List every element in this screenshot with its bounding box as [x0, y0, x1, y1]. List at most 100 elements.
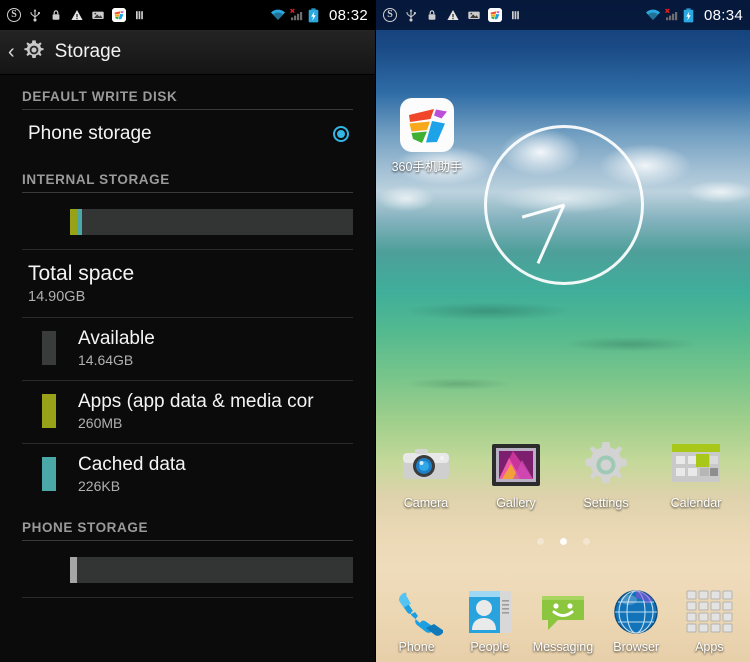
lock-icon [425, 8, 439, 22]
browser-globe-icon [610, 586, 662, 638]
dock-label: Phone [398, 640, 435, 654]
cached-label: Cached data [78, 454, 186, 475]
swatch-cached [42, 457, 56, 491]
dock-label: People [470, 640, 510, 654]
page-dot[interactable] [582, 538, 590, 545]
app-icon-settings[interactable]: Settings [563, 438, 649, 510]
dock-item-people[interactable]: People [456, 586, 524, 654]
radio-button-selected[interactable] [333, 126, 349, 142]
apps-label: Apps (app data & media cor [78, 391, 314, 412]
clock-minute-hand [536, 204, 566, 264]
storage-settings-list[interactable]: DEFAULT WRITE DISK Phone storage INTERNA… [0, 75, 375, 662]
phone-storage-bar-wrap [0, 541, 375, 597]
page-title: Storage [54, 41, 122, 62]
apps-value: 260MB [78, 415, 123, 431]
left-status-bar: S 08:32 [0, 0, 375, 30]
app-label: 360手机助手 [391, 160, 463, 174]
s-circle-icon: S [7, 8, 21, 22]
bars-icon [133, 8, 147, 22]
swatch-apps [42, 394, 56, 428]
option-label: Phone storage [28, 123, 152, 144]
section-header-default-write-disk: DEFAULT WRITE DISK [22, 89, 178, 104]
dock: Phone People Messaging Browser Apps [376, 586, 750, 654]
bar-segment-cached [76, 209, 83, 235]
status-notification-icons: S [383, 8, 645, 22]
section-header-internal-storage: INTERNAL STORAGE [22, 172, 170, 187]
phone-handset-icon [391, 586, 444, 638]
available-label: Available [78, 328, 155, 349]
page-dot[interactable] [536, 538, 544, 545]
messaging-bubble-icon [537, 586, 589, 638]
gallery-icon [489, 438, 543, 492]
app-label: Calendar [670, 496, 722, 510]
status-clock: 08:32 [328, 6, 368, 24]
bars-icon [509, 8, 523, 22]
phone-storage-usage-bar [70, 557, 353, 583]
settings-storage-screen: S 08:32 ‹ Storage DEFAULT WRITE DISK Pho… [0, 0, 375, 662]
settings-gear-icon [579, 438, 633, 492]
row-available[interactable]: Available 14.64GB [0, 318, 375, 380]
app-icon-360-assistant[interactable]: 360手机助手 [384, 98, 470, 175]
image-icon [467, 8, 481, 22]
signal-no-service-icon [664, 8, 678, 22]
bar-segment-used [70, 557, 77, 583]
row-apps[interactable]: Apps (app data & media cor 260MB [0, 381, 375, 443]
option-phone-storage[interactable]: Phone storage [0, 110, 375, 158]
action-bar: ‹ Storage [0, 30, 375, 75]
usb-icon [404, 8, 418, 22]
360-ball-icon [488, 8, 502, 22]
back-button[interactable]: ‹ [8, 42, 15, 62]
dock-label: Apps [695, 640, 724, 654]
dock-label: Messaging [532, 640, 594, 654]
available-value: 14.64GB [78, 352, 134, 368]
page-indicator [376, 538, 750, 545]
analog-clock-widget[interactable] [484, 125, 644, 285]
warning-triangle-icon [70, 8, 84, 22]
dock-item-messaging[interactable]: Messaging [529, 586, 597, 654]
total-space-value: 14.90GB [28, 289, 86, 305]
app-label: Gallery [496, 496, 536, 510]
people-contact-icon [464, 586, 516, 638]
battery-charging-icon [683, 8, 697, 23]
app-icon-camera[interactable]: Camera [383, 438, 469, 510]
gear-icon [21, 37, 47, 68]
internal-storage-bar-wrap [0, 193, 375, 249]
lock-icon [49, 8, 63, 22]
row-total-space[interactable]: Total space 14.90GB [0, 250, 375, 317]
app-label: Settings [583, 496, 629, 510]
image-icon [91, 8, 105, 22]
app-icon-gallery[interactable]: Gallery [473, 438, 559, 510]
signal-no-service-icon [289, 8, 303, 22]
dock-item-apps[interactable]: Apps [675, 586, 743, 654]
status-notification-icons: S [7, 8, 270, 22]
camera-icon [399, 438, 453, 492]
dock-item-phone[interactable]: Phone [383, 586, 451, 654]
battery-charging-icon [308, 8, 322, 23]
status-clock: 08:34 [703, 6, 743, 24]
swatch-available [42, 331, 56, 365]
wifi-icon [645, 8, 660, 22]
s-circle-icon: S [383, 8, 397, 22]
row-cached-data[interactable]: Cached data 226KB [0, 444, 375, 506]
status-system-icons: 08:32 [270, 7, 368, 24]
360-ball-icon [112, 8, 126, 22]
wifi-icon [270, 8, 285, 22]
page-dot-active[interactable] [559, 538, 567, 545]
right-status-bar: S 08:34 [376, 0, 750, 30]
internal-storage-usage-bar [70, 209, 353, 235]
cached-value: 226KB [78, 478, 121, 494]
apps-grid-icon [683, 586, 735, 638]
home-screen[interactable]: S 08:34 360手机助手 Camera Gallery Settings … [375, 0, 750, 662]
row-divider [22, 597, 353, 598]
360-mobile-assistant-icon [400, 98, 454, 152]
usb-icon [28, 8, 42, 22]
warning-triangle-icon [446, 8, 460, 22]
dock-label: Browser [613, 640, 660, 654]
section-header-phone-storage: PHONE STORAGE [22, 520, 149, 535]
dock-item-browser[interactable]: Browser [602, 586, 670, 654]
total-space-label: Total space [28, 262, 135, 285]
app-label: Camera [403, 496, 449, 510]
app-icon-calendar[interactable]: Calendar [653, 438, 739, 510]
calendar-icon [669, 438, 723, 492]
status-system-icons: 08:34 [645, 7, 743, 24]
